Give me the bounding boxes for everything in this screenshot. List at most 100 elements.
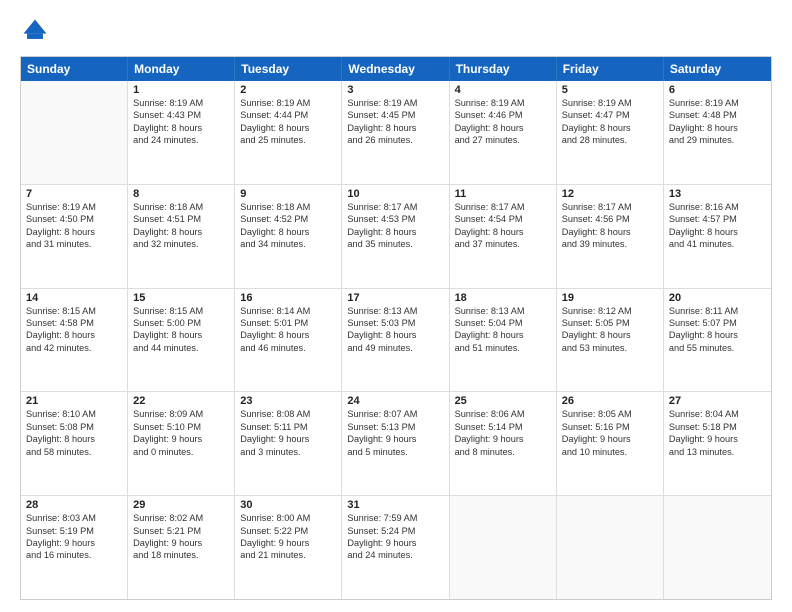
calendar-week-2: 7Sunrise: 8:19 AMSunset: 4:50 PMDaylight… — [21, 185, 771, 289]
calendar-cell: 23Sunrise: 8:08 AMSunset: 5:11 PMDayligh… — [235, 392, 342, 495]
cell-info-line: Sunrise: 8:18 AM — [133, 201, 229, 213]
day-number: 10 — [347, 188, 443, 200]
day-number: 30 — [240, 499, 336, 511]
day-number: 7 — [26, 188, 122, 200]
cell-info-line: Daylight: 8 hours — [562, 226, 658, 238]
cell-info-line: and 46 minutes. — [240, 342, 336, 354]
cell-info-line: and 34 minutes. — [240, 238, 336, 250]
cell-info-line: and 5 minutes. — [347, 446, 443, 458]
cell-info-line: and 10 minutes. — [562, 446, 658, 458]
header-day-thursday: Thursday — [450, 57, 557, 81]
cell-info-line: Sunset: 5:21 PM — [133, 525, 229, 537]
cell-info-line: and 39 minutes. — [562, 238, 658, 250]
cell-info-line: and 49 minutes. — [347, 342, 443, 354]
cell-info-line: Sunset: 5:00 PM — [133, 317, 229, 329]
cell-info-line: and 13 minutes. — [669, 446, 766, 458]
day-number: 20 — [669, 292, 766, 304]
cell-info-line: Sunrise: 8:19 AM — [347, 97, 443, 109]
cell-info-line: Sunrise: 8:15 AM — [133, 305, 229, 317]
cell-info-line: Sunset: 5:01 PM — [240, 317, 336, 329]
cell-info-line: and 51 minutes. — [455, 342, 551, 354]
cell-info-line: and 0 minutes. — [133, 446, 229, 458]
cell-info-line: and 27 minutes. — [455, 134, 551, 146]
cell-info-line: and 35 minutes. — [347, 238, 443, 250]
day-number: 4 — [455, 84, 551, 96]
calendar-cell: 30Sunrise: 8:00 AMSunset: 5:22 PMDayligh… — [235, 496, 342, 599]
cell-info-line: Daylight: 8 hours — [133, 122, 229, 134]
cell-info-line: Sunrise: 8:02 AM — [133, 512, 229, 524]
calendar-cell: 9Sunrise: 8:18 AMSunset: 4:52 PMDaylight… — [235, 185, 342, 288]
calendar-cell: 11Sunrise: 8:17 AMSunset: 4:54 PMDayligh… — [450, 185, 557, 288]
cell-info-line: Daylight: 8 hours — [26, 433, 122, 445]
cell-info-line: Daylight: 8 hours — [669, 329, 766, 341]
day-number: 3 — [347, 84, 443, 96]
cell-info-line: Sunset: 5:10 PM — [133, 421, 229, 433]
cell-info-line: Sunrise: 8:03 AM — [26, 512, 122, 524]
cell-info-line: Daylight: 9 hours — [347, 537, 443, 549]
header-day-sunday: Sunday — [21, 57, 128, 81]
cell-info-line: and 41 minutes. — [669, 238, 766, 250]
day-number: 25 — [455, 395, 551, 407]
cell-info-line: Sunset: 4:48 PM — [669, 109, 766, 121]
calendar-cell: 31Sunrise: 7:59 AMSunset: 5:24 PMDayligh… — [342, 496, 449, 599]
calendar-cell: 14Sunrise: 8:15 AMSunset: 4:58 PMDayligh… — [21, 289, 128, 392]
cell-info-line: Sunrise: 8:09 AM — [133, 408, 229, 420]
cell-info-line: Sunrise: 8:10 AM — [26, 408, 122, 420]
cell-info-line: Sunrise: 7:59 AM — [347, 512, 443, 524]
cell-info-line: Daylight: 8 hours — [455, 329, 551, 341]
cell-info-line: Daylight: 9 hours — [133, 537, 229, 549]
calendar-cell: 27Sunrise: 8:04 AMSunset: 5:18 PMDayligh… — [664, 392, 771, 495]
calendar-cell: 18Sunrise: 8:13 AMSunset: 5:04 PMDayligh… — [450, 289, 557, 392]
header-day-wednesday: Wednesday — [342, 57, 449, 81]
calendar: SundayMondayTuesdayWednesdayThursdayFrid… — [20, 56, 772, 600]
calendar-cell: 24Sunrise: 8:07 AMSunset: 5:13 PMDayligh… — [342, 392, 449, 495]
cell-info-line: and 55 minutes. — [669, 342, 766, 354]
cell-info-line: Daylight: 9 hours — [562, 433, 658, 445]
cell-info-line: and 16 minutes. — [26, 549, 122, 561]
calendar-body: 1Sunrise: 8:19 AMSunset: 4:43 PMDaylight… — [21, 81, 771, 599]
day-number: 13 — [669, 188, 766, 200]
calendar-cell: 21Sunrise: 8:10 AMSunset: 5:08 PMDayligh… — [21, 392, 128, 495]
cell-info-line: Sunset: 5:14 PM — [455, 421, 551, 433]
cell-info-line: Daylight: 8 hours — [240, 226, 336, 238]
calendar-cell — [664, 496, 771, 599]
calendar-cell: 19Sunrise: 8:12 AMSunset: 5:05 PMDayligh… — [557, 289, 664, 392]
cell-info-line: Sunset: 4:44 PM — [240, 109, 336, 121]
day-number: 18 — [455, 292, 551, 304]
calendar-week-4: 21Sunrise: 8:10 AMSunset: 5:08 PMDayligh… — [21, 392, 771, 496]
calendar-cell: 7Sunrise: 8:19 AMSunset: 4:50 PMDaylight… — [21, 185, 128, 288]
day-number: 31 — [347, 499, 443, 511]
cell-info-line: and 53 minutes. — [562, 342, 658, 354]
cell-info-line: Sunset: 5:18 PM — [669, 421, 766, 433]
day-number: 29 — [133, 499, 229, 511]
cell-info-line: Sunset: 4:56 PM — [562, 213, 658, 225]
cell-info-line: Daylight: 9 hours — [347, 433, 443, 445]
calendar-cell: 29Sunrise: 8:02 AMSunset: 5:21 PMDayligh… — [128, 496, 235, 599]
calendar-week-5: 28Sunrise: 8:03 AMSunset: 5:19 PMDayligh… — [21, 496, 771, 599]
cell-info-line: Daylight: 8 hours — [133, 226, 229, 238]
calendar-cell: 10Sunrise: 8:17 AMSunset: 4:53 PMDayligh… — [342, 185, 449, 288]
header-day-tuesday: Tuesday — [235, 57, 342, 81]
cell-info-line: Daylight: 8 hours — [347, 226, 443, 238]
calendar-cell: 17Sunrise: 8:13 AMSunset: 5:03 PMDayligh… — [342, 289, 449, 392]
cell-info-line: and 37 minutes. — [455, 238, 551, 250]
cell-info-line: Sunrise: 8:19 AM — [133, 97, 229, 109]
cell-info-line: and 29 minutes. — [669, 134, 766, 146]
calendar-cell: 16Sunrise: 8:14 AMSunset: 5:01 PMDayligh… — [235, 289, 342, 392]
cell-info-line: Daylight: 8 hours — [240, 122, 336, 134]
cell-info-line: Sunrise: 8:08 AM — [240, 408, 336, 420]
cell-info-line: Sunset: 5:24 PM — [347, 525, 443, 537]
cell-info-line: and 25 minutes. — [240, 134, 336, 146]
cell-info-line: Daylight: 8 hours — [26, 226, 122, 238]
cell-info-line: and 18 minutes. — [133, 549, 229, 561]
cell-info-line: Daylight: 8 hours — [455, 122, 551, 134]
calendar-header-row: SundayMondayTuesdayWednesdayThursdayFrid… — [21, 57, 771, 81]
cell-info-line: Sunset: 5:04 PM — [455, 317, 551, 329]
calendar-cell: 5Sunrise: 8:19 AMSunset: 4:47 PMDaylight… — [557, 81, 664, 184]
day-number: 16 — [240, 292, 336, 304]
day-number: 15 — [133, 292, 229, 304]
cell-info-line: and 26 minutes. — [347, 134, 443, 146]
cell-info-line: and 28 minutes. — [562, 134, 658, 146]
calendar-cell — [557, 496, 664, 599]
cell-info-line: Sunrise: 8:13 AM — [347, 305, 443, 317]
